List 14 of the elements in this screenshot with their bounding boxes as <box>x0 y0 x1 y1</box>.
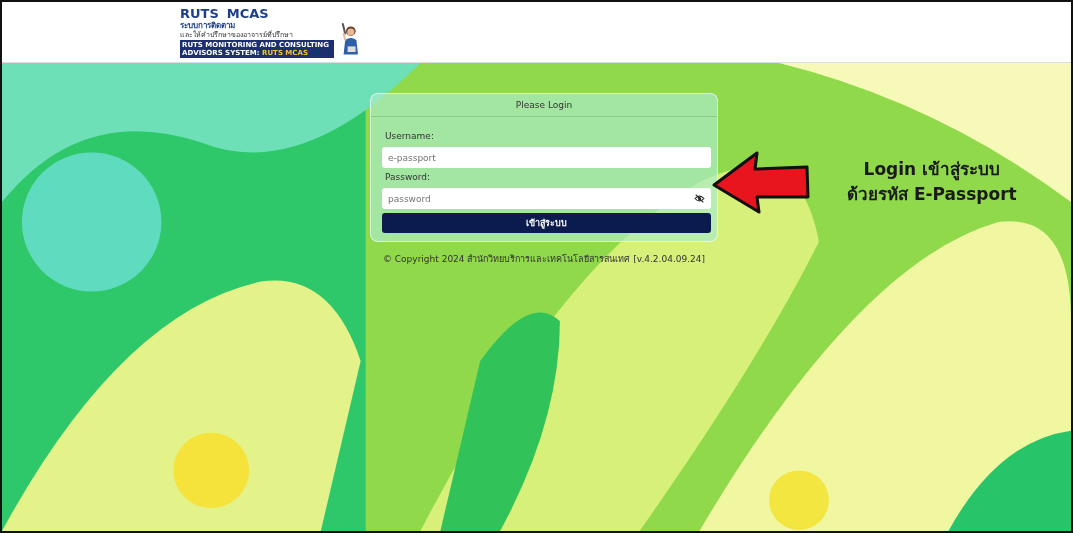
annotation-text: ด้วยรหัส E-Passport <box>847 183 1017 206</box>
field-label: Username: <box>385 131 435 141</box>
username-field[interactable]: e-passport <box>382 147 711 168</box>
arrow-icon <box>711 149 811 215</box>
login-button[interactable]: เข้าสู่ระบบ <box>382 213 711 233</box>
card-title: Please Login <box>371 94 717 117</box>
annotation-text: Login เข้าสู่ระบบ <box>863 158 1001 182</box>
field-label: Password: <box>385 172 432 182</box>
logo-title: RUTS <box>180 6 219 20</box>
password-field[interactable]: password <box>382 188 711 209</box>
copyright-text: © Copyright 2024 สำนักวิทยบริการและเทคโนโลยีสารสนเทศ [v.4.2.04.09.24] <box>382 253 706 266</box>
logo-title: MCAS <box>226 6 269 20</box>
logo-subtitle: ระบบการติดตาม <box>180 20 235 30</box>
eye-slash-icon[interactable] <box>694 193 705 204</box>
